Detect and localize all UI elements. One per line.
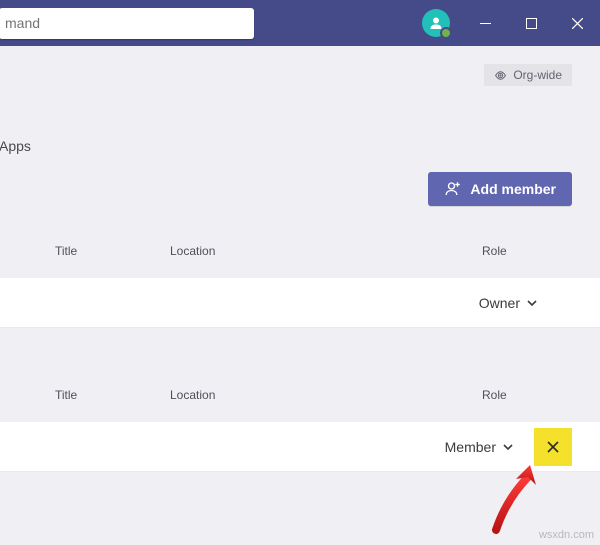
- column-location: Location: [170, 388, 482, 402]
- maximize-button[interactable]: [508, 0, 554, 46]
- close-button[interactable]: [554, 0, 600, 46]
- member-row: Member: [0, 422, 600, 472]
- maximize-icon: [526, 18, 537, 29]
- role-select-member[interactable]: Member: [445, 439, 514, 455]
- add-person-icon: [444, 180, 462, 198]
- column-location: Location: [170, 244, 482, 258]
- column-title: Title: [0, 388, 170, 402]
- column-role: Role: [482, 388, 572, 402]
- role-value: Owner: [479, 295, 520, 311]
- content-area: Org-wide Apps Add member Title Location …: [0, 46, 600, 472]
- role-select-owner[interactable]: Owner: [479, 295, 538, 311]
- watermark: wsxdn.com: [539, 529, 594, 541]
- avatar[interactable]: [422, 9, 450, 37]
- owners-header: Title Location Role: [0, 224, 600, 278]
- close-icon: [572, 18, 583, 29]
- owner-row: Owner: [0, 278, 600, 328]
- minimize-icon: [480, 18, 491, 29]
- remove-member-button[interactable]: [534, 428, 572, 466]
- column-role: Role: [482, 244, 572, 258]
- eye-icon: [494, 69, 507, 82]
- presence-available-icon: [440, 27, 452, 39]
- org-wide-label: Org-wide: [513, 68, 562, 82]
- column-title: Title: [0, 244, 170, 258]
- search-text: mand: [5, 15, 40, 31]
- minimize-button[interactable]: [462, 0, 508, 46]
- org-wide-badge: Org-wide: [484, 64, 572, 86]
- x-icon: [547, 441, 559, 453]
- members-header: Title Location Role: [0, 368, 600, 422]
- annotation-arrow-icon: [486, 465, 556, 535]
- add-member-button[interactable]: Add member: [428, 172, 572, 206]
- add-member-label: Add member: [470, 181, 556, 197]
- chevron-down-icon: [526, 297, 538, 309]
- tab-apps[interactable]: Apps: [0, 134, 41, 164]
- titlebar: mand: [0, 0, 600, 46]
- search-input[interactable]: mand: [0, 8, 254, 39]
- chevron-down-icon: [502, 441, 514, 453]
- role-value: Member: [445, 439, 496, 455]
